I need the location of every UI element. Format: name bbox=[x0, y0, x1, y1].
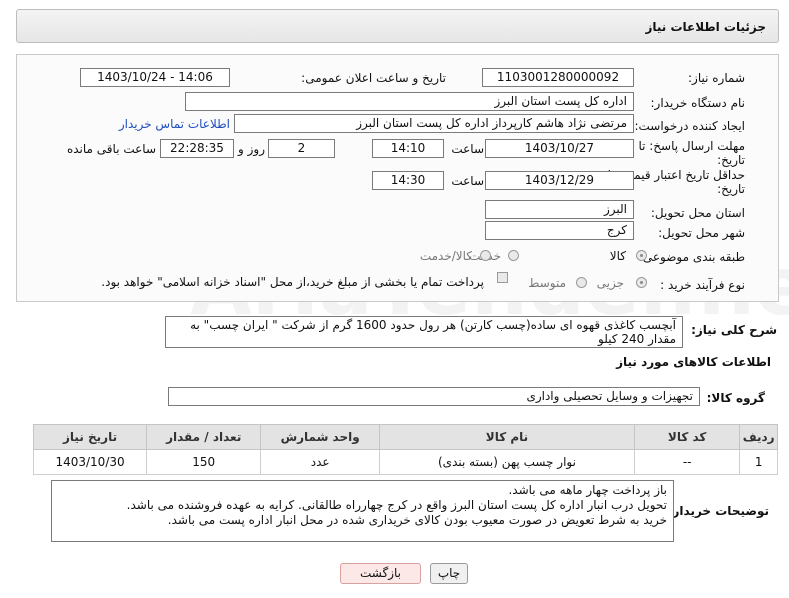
deadline-label: مهلت ارسال پاسخ: تا bbox=[638, 139, 745, 153]
buyer-notes-label: توضیحات خریدار: bbox=[667, 504, 769, 518]
goods-group-label: گروه کالا: bbox=[706, 391, 765, 405]
print-button[interactable]: چاپ bbox=[430, 563, 468, 584]
process-medium-label: متوسط bbox=[528, 276, 566, 290]
deadline-label-date: تاریخ: bbox=[717, 153, 745, 167]
goods-table: ردیف کد کالا نام کالا واحد شمارش تعداد /… bbox=[32, 424, 778, 475]
announce-datetime-field[interactable]: 1403/10/24 - 14:06 bbox=[80, 68, 230, 87]
validity-date-field[interactable]: 1403/12/29 bbox=[485, 171, 634, 190]
province-field[interactable]: البرز bbox=[485, 200, 634, 219]
requester-label: ایجاد کننده درخواست: bbox=[634, 119, 745, 133]
col-need-date: تاریخ نیاز bbox=[32, 424, 148, 450]
col-name: نام کالا bbox=[378, 424, 635, 450]
category-service-radio[interactable] bbox=[508, 250, 519, 261]
process-label: نوع فرآیند خرید : bbox=[660, 278, 745, 292]
col-quantity: تعداد / مقدار bbox=[146, 424, 262, 450]
need-number-field[interactable]: 1103001280000092 bbox=[482, 68, 634, 87]
cell-quantity: 150 bbox=[146, 449, 262, 475]
summary-textarea[interactable]: آبچسب کاغذی قهوه ای ساده(چسب کارتن) هر ر… bbox=[165, 316, 683, 348]
buyer-org-label: نام دستگاه خریدار: bbox=[650, 96, 746, 110]
cell-row: 1 bbox=[739, 449, 778, 475]
city-field[interactable]: کرج bbox=[485, 221, 634, 240]
page-header: جزئیات اطلاعات نیاز bbox=[16, 9, 779, 43]
category-goods-radio[interactable] bbox=[636, 250, 647, 261]
table-row[interactable]: 1 -- نوار چسب پهن (بسته بندی) عدد 150 14… bbox=[32, 449, 778, 475]
province-label: استان محل تحویل: bbox=[650, 206, 745, 220]
deadline-time-label: ساعت bbox=[451, 142, 484, 156]
category-goods-service-label: کالا/خدمت bbox=[419, 249, 472, 263]
cell-name: نوار چسب پهن (بسته بندی) bbox=[378, 449, 635, 475]
deadline-time-field[interactable]: 14:10 bbox=[372, 139, 444, 158]
cell-unit: عدد bbox=[260, 449, 380, 475]
city-label: شهر محل تحویل: bbox=[658, 226, 745, 240]
goods-section-title: اطلاعات کالاهای مورد نیاز bbox=[616, 355, 771, 369]
category-goods-service-radio[interactable] bbox=[480, 250, 491, 261]
col-code: کد کالا bbox=[633, 424, 741, 450]
requester-field[interactable]: مرتضی نژاد هاشم کارپرداز اداره کل پست اس… bbox=[234, 114, 634, 133]
treasury-payment-note: پرداخت تمام یا بخشی از مبلغ خرید،از محل … bbox=[101, 275, 484, 289]
process-minor-radio[interactable] bbox=[636, 277, 647, 288]
back-button[interactable]: بازگشت bbox=[340, 563, 421, 584]
cell-need-date: 1403/10/30 bbox=[32, 449, 148, 475]
process-minor-label: جزیی bbox=[596, 276, 624, 290]
summary-label: شرح کلی نیاز: bbox=[691, 323, 777, 337]
need-number-label: شماره نیاز: bbox=[688, 71, 745, 85]
remaining-time-label: ساعت باقی مانده bbox=[66, 142, 156, 156]
treasury-payment-checkbox[interactable] bbox=[497, 272, 508, 283]
col-unit: واحد شمارش bbox=[260, 424, 380, 450]
buyer-org-field[interactable]: اداره کل پست استان البرز bbox=[185, 92, 634, 111]
remaining-time-field[interactable]: 22:28:35 bbox=[160, 139, 234, 158]
category-label: طبقه بندی موضوعی: bbox=[638, 250, 745, 264]
col-row: ردیف bbox=[739, 424, 778, 450]
page-title: جزئیات اطلاعات نیاز bbox=[645, 20, 766, 34]
buyer-notes-textarea[interactable]: باز پرداخت چهار ماهه می باشد. تحویل درب … bbox=[51, 480, 674, 542]
cell-code: -- bbox=[633, 449, 741, 475]
validity-time-label: ساعت bbox=[451, 174, 484, 188]
days-field[interactable]: 2 bbox=[268, 139, 335, 158]
deadline-date-field[interactable]: 1403/10/27 bbox=[485, 139, 634, 158]
process-medium-radio[interactable] bbox=[576, 277, 587, 288]
goods-group-field[interactable]: تجهیزات و وسایل تحصیلی واداری bbox=[168, 387, 700, 406]
goods-table-header: ردیف کد کالا نام کالا واحد شمارش تعداد /… bbox=[32, 424, 778, 450]
buyer-contact-link[interactable]: اطلاعات تماس خریدار bbox=[119, 117, 230, 131]
validity-time-field[interactable]: 14:30 bbox=[372, 171, 444, 190]
announce-datetime-label: تاریخ و ساعت اعلان عمومی: bbox=[301, 71, 446, 85]
validity-label-date: تاریخ: bbox=[717, 182, 745, 196]
days-label: روز و bbox=[238, 142, 265, 156]
category-goods-label: کالا bbox=[609, 249, 626, 263]
